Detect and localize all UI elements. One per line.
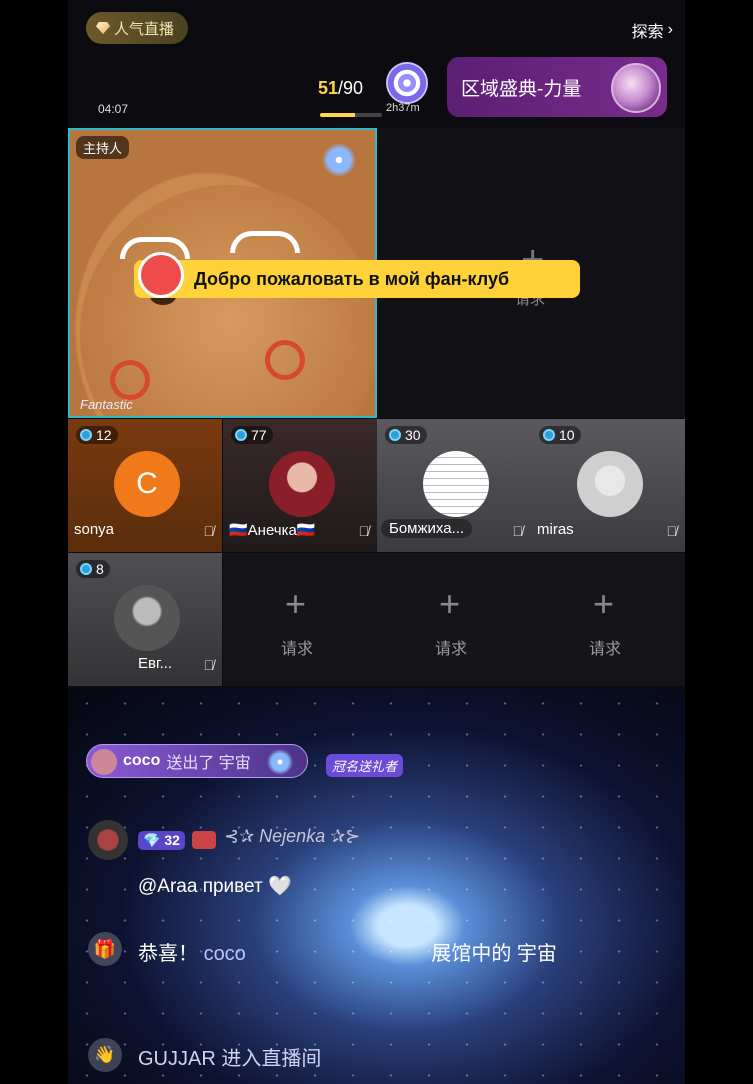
crown-gifter-badge: 冠名送礼者 [326, 754, 404, 777]
live-duration: 04:07 [98, 102, 129, 116]
guest-score-value: 8 [96, 561, 104, 577]
avatar [577, 451, 643, 517]
gift-text: 送出了 宇宙 [166, 755, 251, 772]
guest-seat-1[interactable]: 12 C sonya 🎙̸ [68, 419, 222, 552]
guest-score: 30 [385, 426, 427, 444]
popular-live-tab[interactable]: 人气直播 [86, 12, 189, 44]
score-icon [543, 429, 555, 441]
goal-progress-fill [320, 113, 356, 117]
score-icon [80, 429, 92, 441]
mic-muted-icon: 🎙̸ [666, 523, 678, 539]
goal-progress[interactable]: 51/90 [318, 78, 363, 99]
popular-live-label: 人气直播 [114, 20, 175, 38]
guest-seat-5[interactable]: 8 Евг... 🎙̸ [68, 553, 222, 686]
host-label: 主持人 [76, 136, 130, 159]
congrats-user[interactable]: coco [204, 943, 246, 965]
diamond-icon [96, 22, 110, 34]
effect-text: Fantastic [80, 397, 133, 412]
join-message: GUJJAR 进入直播间 [138, 1048, 322, 1070]
empty-seat[interactable]: + 请求 [377, 553, 531, 686]
score-icon [235, 429, 247, 441]
guest-score-value: 12 [96, 427, 112, 443]
event-banner[interactable]: 区域盛典-力量 [447, 57, 667, 117]
explore-label: 探索 [631, 24, 664, 41]
chat-user-avatar[interactable] [88, 820, 128, 860]
wave-hand-icon: 👋 [88, 1038, 122, 1072]
gift-user-name: coco [123, 752, 161, 769]
fan-badge-icon [192, 831, 216, 849]
live-room-screen: 人气直播 探索 › 04:07 51/90 2h37m 区域盛典-力量 主持人 … [68, 0, 685, 1084]
request-label: 请求 [435, 641, 468, 658]
goal-current: 51 [318, 78, 339, 98]
guest-name: miras [537, 521, 574, 538]
mascot-icon [138, 252, 184, 298]
plus-icon: + [285, 583, 307, 624]
cheek-swirl-right [265, 340, 305, 380]
goal-total: /90 [338, 78, 364, 98]
welcome-banner: Добро пожаловать в мой фан-клуб [134, 252, 580, 298]
gift-box-icon: 🎁 [88, 932, 122, 966]
guest-name: 🇷🇺Анечка🇷🇺 [229, 522, 316, 539]
guest-score: 12 [76, 426, 118, 444]
guest-name: sonya [74, 521, 115, 538]
user-level-badge: 💎 32 [138, 831, 185, 850]
guest-score-value: 77 [251, 427, 267, 443]
guest-score: 77 [231, 426, 273, 444]
mic-muted-icon: 🎙̸ [358, 523, 370, 539]
icing-right [230, 231, 300, 253]
plus-icon: + [593, 583, 615, 624]
avatar-initial: C [136, 467, 158, 500]
guest-score-value: 10 [559, 427, 575, 443]
welcome-text: Добро пожаловать в мой фан-клуб [194, 268, 510, 289]
gift-notification: coco 送出了 宇宙 [86, 744, 308, 778]
guest-name: Бомжиха... [381, 519, 473, 538]
user-level: 32 [164, 832, 180, 848]
target-icon[interactable] [386, 62, 428, 104]
system-message: 恭喜！ coco 展馆中的 宇宙 [138, 934, 668, 974]
guest-seat-4[interactable]: 10 miras 🎙̸ [531, 419, 685, 552]
score-icon [80, 563, 92, 575]
avatar [423, 451, 489, 517]
event-label: 区域盛典-力量 [461, 78, 582, 100]
countdown-timer: 2h37m [386, 102, 420, 114]
congrats-prefix: 恭喜！ [138, 943, 198, 965]
sparkle-gift-icon [319, 140, 359, 180]
guest-score: 8 [76, 560, 110, 578]
guest-seat-2[interactable]: 77 🇷🇺Анечка🇷🇺 🎙̸ [223, 419, 377, 552]
gingerbread-avatar [80, 185, 375, 416]
explore-button[interactable]: 探索 › [632, 18, 673, 42]
empty-seat[interactable]: + 请求 [531, 553, 685, 686]
chat-message: @Araa привет 🤍 [138, 876, 292, 897]
chevron-right-icon: › [667, 21, 673, 38]
mic-muted-icon: 🎙̸ [203, 657, 215, 673]
plus-icon: + [439, 583, 461, 624]
request-label: 请求 [589, 641, 622, 658]
universe-gift-icon [264, 747, 295, 777]
guest-score-value: 30 [405, 427, 421, 443]
guest-name: Евг... [138, 655, 173, 672]
event-badge-icon [611, 63, 661, 113]
cheek-swirl-left [110, 360, 150, 400]
mic-muted-icon: 🎙̸ [512, 523, 524, 539]
avatar: C [114, 451, 180, 517]
goal-progress-bar [320, 113, 382, 117]
congrats-tail: 展馆中的 宇宙 [431, 943, 557, 965]
empty-seat[interactable]: + 请求 [223, 553, 377, 686]
chat-username[interactable]: ⊰✰ Nejenka ✰⊱ [224, 826, 360, 847]
request-label: 请求 [281, 641, 314, 658]
avatar [114, 585, 180, 651]
chat-feed[interactable]: coco 送出了 宇宙 冠名送礼者 💎 32 ⊰✰ Nejenka ✰⊱ @Ar… [68, 688, 685, 1084]
avatar [269, 451, 335, 517]
guest-score: 10 [539, 426, 581, 444]
gift-user-avatar [91, 749, 117, 775]
score-icon [389, 429, 401, 441]
mic-muted-icon: 🎙̸ [203, 523, 215, 539]
guest-seat-3[interactable]: 30 Бомжиха... 🎙̸ [377, 419, 531, 552]
